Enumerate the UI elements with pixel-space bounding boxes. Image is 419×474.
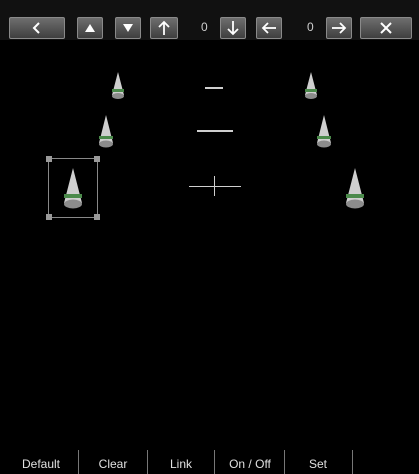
close-icon [380,22,392,34]
arrow-right-icon [332,22,347,34]
rear-button[interactable] [220,17,246,39]
separator [352,450,353,474]
speaker-rear-right[interactable] [344,167,366,211]
down-button[interactable] [115,17,141,39]
speaker-rear-left[interactable] [62,167,84,211]
listening-position-vertical [214,176,215,196]
left-right-value: 0 [307,20,314,34]
left-button[interactable] [256,17,282,39]
clear-button[interactable]: Clear [82,457,144,471]
on-off-button[interactable]: On / Off [218,457,282,471]
default-button[interactable]: Default [8,457,74,471]
speaker-front-left-high[interactable] [110,71,126,101]
speaker-front-right[interactable] [315,114,333,150]
separator [147,450,148,474]
triangle-down-icon [123,24,133,32]
bottom-bar: Default Clear Link On / Off Set [0,224,419,474]
front-button[interactable] [150,17,178,39]
arrow-up-icon [158,20,170,35]
set-button[interactable]: Set [288,457,348,471]
top-toolbar: 0 0 [0,0,419,40]
separator [284,450,285,474]
link-button[interactable]: Link [151,457,211,471]
back-button[interactable] [9,17,65,39]
speaker-front-left[interactable] [97,114,115,150]
chevron-left-icon [32,22,40,34]
close-button[interactable] [360,17,412,39]
up-button[interactable] [77,17,103,39]
listening-position-horizontal [189,186,241,187]
arrow-down-icon [227,21,239,36]
front-rear-value: 0 [201,20,208,34]
separator [78,450,79,474]
arrow-left-icon [261,22,276,34]
center-marker-mid [197,130,233,132]
triangle-up-icon [85,24,95,32]
separator [214,450,215,474]
center-marker-far [205,87,223,89]
speaker-front-right-high[interactable] [303,71,319,101]
right-button[interactable] [326,17,352,39]
